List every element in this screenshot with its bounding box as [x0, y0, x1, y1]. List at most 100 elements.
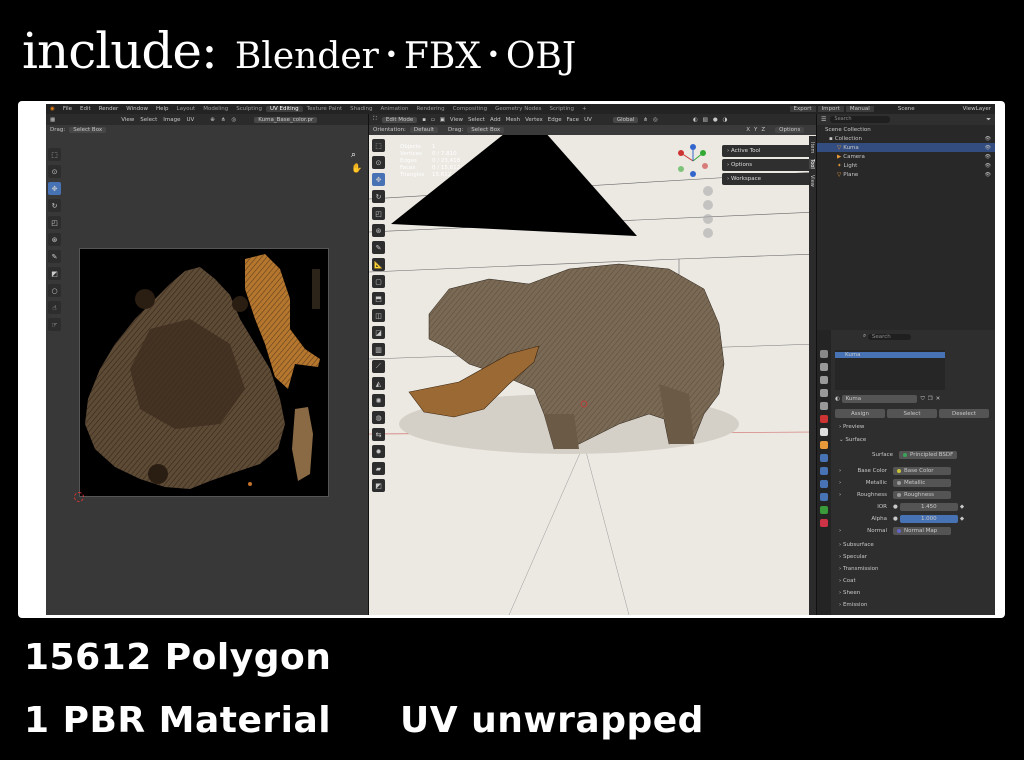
tab-view[interactable]: View — [809, 175, 815, 187]
viewlayer-selector[interactable]: ViewLayer — [959, 106, 995, 112]
add-cube-tool-icon[interactable]: ▢ — [372, 275, 385, 288]
snap-icon[interactable]: ⋔ — [643, 117, 648, 123]
deselect-button[interactable]: Deselect — [939, 409, 989, 418]
physics-tab-icon[interactable] — [820, 480, 828, 488]
proportional-icon[interactable]: ◎ — [653, 117, 658, 123]
move-tool-icon[interactable]: ✥ — [48, 182, 61, 195]
menu-help[interactable]: Help — [152, 106, 173, 112]
transform-tool-icon[interactable]: ⊛ — [48, 233, 61, 246]
mode-selector[interactable]: Edit Mode — [381, 116, 418, 123]
keyframe-icon[interactable]: ◆ — [960, 516, 964, 522]
render-tab-icon[interactable] — [820, 363, 828, 371]
add-workspace-button[interactable]: + — [578, 106, 591, 112]
import-button[interactable]: Import — [817, 106, 844, 112]
properties-search-input[interactable]: Search — [867, 333, 911, 340]
rip-tool-icon[interactable]: ◩ — [372, 479, 385, 492]
uv-menu-image[interactable]: Image — [163, 117, 180, 123]
alpha-slider[interactable]: 1.000 — [899, 515, 958, 523]
face-select-icon[interactable]: ▣ — [440, 117, 445, 123]
smooth-tool-icon[interactable]: ◍ — [372, 411, 385, 424]
outliner-row-plane[interactable]: ▽ Plane 👁 — [817, 170, 995, 179]
section-specular[interactable]: › Specular — [839, 554, 867, 560]
data-tab-icon[interactable] — [820, 506, 828, 514]
link-dot-icon[interactable]: ● — [893, 516, 898, 522]
extrude-tool-icon[interactable]: ⬒ — [372, 292, 385, 305]
pivot-icon[interactable]: ⊕ — [210, 117, 215, 123]
vp-menu-mesh[interactable]: Mesh — [506, 117, 520, 123]
vp-menu-view[interactable]: View — [450, 117, 463, 123]
3d-viewport[interactable]: ⛶ Edit Mode ▪ ▫ ▣ View Select Add Mesh V… — [368, 114, 816, 615]
vp-menu-edge[interactable]: Edge — [548, 117, 562, 123]
editor-type-icon[interactable]: ▦ — [50, 117, 55, 123]
vp-menu-select[interactable]: Select — [468, 117, 485, 123]
tab-item[interactable]: Item — [809, 142, 815, 153]
normal-input[interactable]: Normal Map — [893, 527, 951, 535]
tab-animation[interactable]: Animation — [376, 106, 412, 112]
pinch-tool-icon[interactable]: ☞ — [48, 318, 61, 331]
tab-layout[interactable]: Layout — [173, 106, 200, 112]
section-emission[interactable]: › Emission — [839, 602, 867, 608]
tab-shading[interactable]: Shading — [346, 106, 376, 112]
constraints-tab-icon[interactable] — [820, 493, 828, 501]
xray-icon[interactable]: ▧ — [703, 117, 708, 123]
scale-tool-icon[interactable]: ◰ — [48, 216, 61, 229]
select-button[interactable]: Select — [887, 409, 937, 418]
material-slot-kuma[interactable]: Kuma — [835, 352, 945, 358]
funnel-icon[interactable]: ⏷ — [986, 116, 991, 124]
outliner-row-light[interactable]: ✦ Light 👁 — [817, 161, 995, 170]
vp-menu-face[interactable]: Face — [567, 117, 579, 123]
tab-scripting[interactable]: Scripting — [546, 106, 578, 112]
transform-orientation-select[interactable]: Global — [612, 116, 639, 123]
section-preview[interactable]: › Preview — [839, 424, 864, 430]
rotate-tool-icon[interactable]: ↻ — [48, 199, 61, 212]
mirror-axis-z[interactable]: Z — [761, 127, 765, 133]
tab-modeling[interactable]: Modeling — [199, 106, 232, 112]
close-icon[interactable]: ✕ — [936, 396, 941, 402]
bevel-tool-icon[interactable]: ◪ — [372, 326, 385, 339]
shading-solid-icon[interactable]: ● — [713, 117, 718, 123]
mirror-axis-y[interactable]: Y — [754, 127, 757, 133]
cursor-tool-icon[interactable]: ⊙ — [372, 156, 385, 169]
ior-input[interactable]: 1.450 — [899, 503, 958, 511]
poly-build-tool-icon[interactable]: ◭ — [372, 377, 385, 390]
shear-tool-icon[interactable]: ▰ — [372, 462, 385, 475]
image-selector[interactable]: Kuma_Base_color.pr — [254, 116, 318, 123]
section-sheen[interactable]: › Sheen — [839, 590, 860, 596]
output-tab-icon[interactable] — [820, 376, 828, 384]
select-tool-icon[interactable]: ⬚ — [48, 148, 61, 161]
transform-tool-icon[interactable]: ⊛ — [372, 224, 385, 237]
uv-texture-map[interactable] — [79, 248, 329, 497]
tab-rendering[interactable]: Rendering — [413, 106, 449, 112]
view-layer-tab-icon[interactable] — [820, 389, 828, 397]
tab-uv-editing[interactable]: UV Editing — [265, 106, 303, 112]
scale-tool-icon[interactable]: ◰ — [372, 207, 385, 220]
section-surface[interactable]: ⌄ Surface — [839, 437, 866, 443]
annotate-tool-icon[interactable]: ✎ — [372, 241, 385, 254]
vertex-select-icon[interactable]: ▪ — [422, 117, 426, 123]
surface-shader-field[interactable]: Principled BSDF — [899, 451, 957, 459]
metallic-input[interactable]: Metallic — [893, 479, 951, 487]
visibility-icon[interactable]: 👁 — [985, 136, 991, 142]
tab-tool[interactable]: Tool — [809, 159, 815, 170]
relax-tool-icon[interactable]: ☝ — [48, 301, 61, 314]
base-color-input[interactable]: Base Color — [893, 467, 951, 475]
rip-tool-icon[interactable]: ◩ — [48, 267, 61, 280]
navigation-gizmo[interactable] — [673, 141, 713, 261]
link-dot-icon[interactable]: ● — [893, 504, 898, 510]
grab-tool-icon[interactable]: ○ — [48, 284, 61, 297]
cursor-tool-icon[interactable]: ⊙ — [48, 165, 61, 178]
rotate-tool-icon[interactable]: ↻ — [372, 190, 385, 203]
drag-mode-select[interactable]: Select Box — [467, 127, 505, 133]
edge-slide-tool-icon[interactable]: ⇆ — [372, 428, 385, 441]
pan-hand-icon[interactable]: ✋ — [351, 164, 362, 174]
uv-menu-view[interactable]: View — [121, 117, 134, 123]
visibility-icon[interactable]: 👁 — [985, 163, 991, 169]
panel-active-tool[interactable]: › Active Tool — [722, 145, 812, 157]
object-tab-icon[interactable] — [820, 441, 828, 449]
drag-mode-select[interactable]: Select Box — [69, 126, 107, 133]
blender-logo-icon[interactable]: ◉ — [46, 106, 59, 112]
menu-edit[interactable]: Edit — [76, 106, 95, 112]
tool-tab-icon[interactable] — [820, 350, 828, 358]
uv-menu-select[interactable]: Select — [140, 117, 157, 123]
scene-tab-icon[interactable] — [820, 402, 828, 410]
